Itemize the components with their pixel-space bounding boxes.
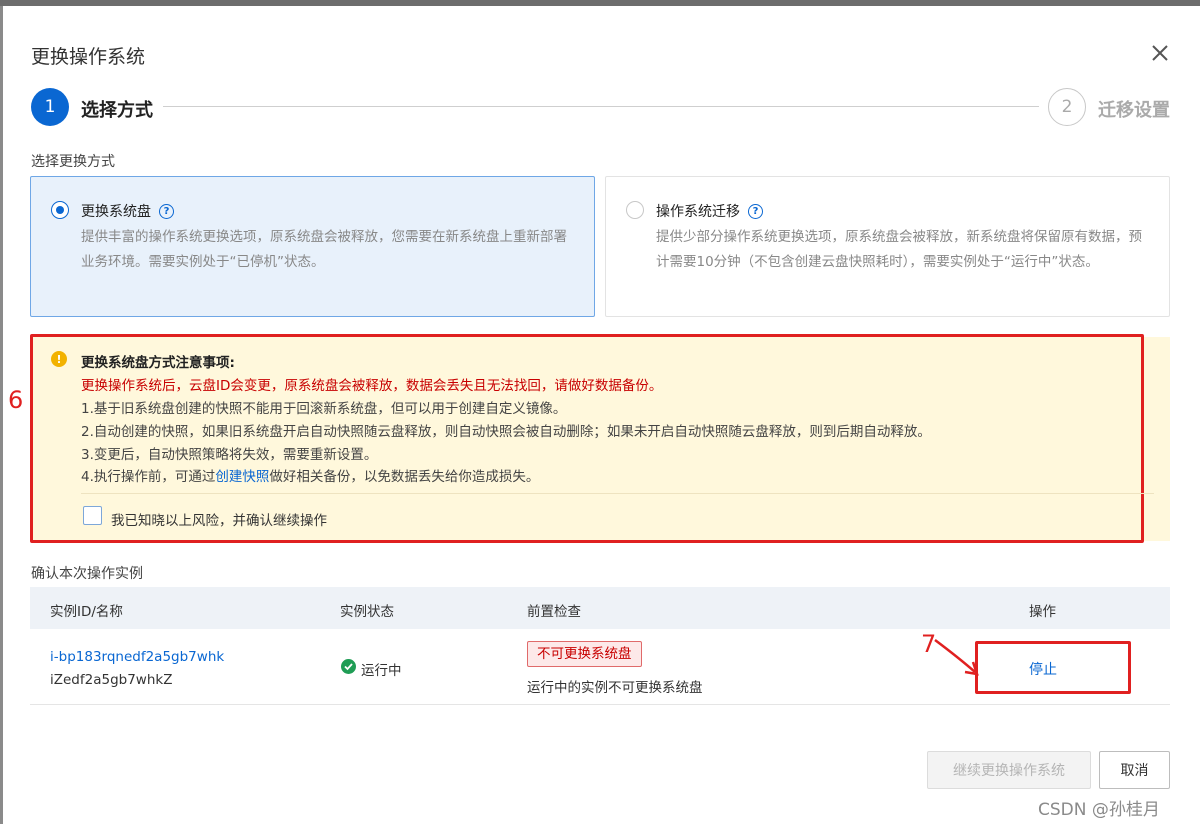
acknowledge-risk-checkbox[interactable] (83, 506, 102, 525)
warning-line-2: 2.自动创建的快照，如果旧系统盘开启自动快照随云盘释放，则自动快照会被自动删除；… (81, 424, 931, 440)
warning-icon: ! (51, 351, 67, 367)
table-header (30, 587, 1170, 629)
close-icon[interactable] (1149, 42, 1171, 64)
warning-line-1: 1.基于旧系统盘创建的快照不能用于回滚新系统盘，但可以用于创建自定义镜像。 (81, 401, 567, 417)
radio-os-migration[interactable] (626, 201, 644, 219)
column-header-status: 实例状态 (340, 604, 394, 620)
warning-critical-text: 更换操作系统后，云盘ID会变更，原系统盘会被释放，数据会丢失且无法找回，请做好数… (81, 378, 663, 394)
stop-instance-link[interactable]: 停止 (1029, 659, 1057, 679)
instance-status: 运行中 (361, 663, 402, 679)
warning-line-3: 3.变更后，自动快照策略将失效，需要重新设置。 (81, 447, 378, 463)
running-check-icon (341, 659, 356, 674)
warning-title: 更换系统盘方式注意事项: (81, 355, 235, 371)
option-description: 提供丰富的操作系统更换选项，原系统盘会被释放，您需要在新系统盘上重新部署业务环境… (81, 229, 567, 270)
warning-line-4-post: 做好相关备份，以免数据丢失给你造成损失。 (269, 469, 540, 485)
column-header-instance: 实例ID/名称 (50, 604, 123, 620)
step-2-number: 2 (1048, 88, 1086, 126)
instance-name: iZedf2a5gb7whkZ (50, 672, 173, 688)
dialog-title: 更换操作系统 (31, 46, 146, 68)
option-description: 提供少部分操作系统更换选项，原系统盘会被释放，新系统盘将保留原有数据，预计需要1… (656, 229, 1142, 270)
help-icon[interactable]: ? (159, 203, 174, 219)
step-1-label: 选择方式 (81, 100, 153, 121)
warning-divider (81, 493, 1154, 494)
column-header-action: 操作 (1029, 604, 1056, 620)
precheck-message: 运行中的实例不可更换系统盘 (527, 680, 703, 696)
option-replace-system-disk[interactable]: 更换系统盘 ? 提供丰富的操作系统更换选项，原系统盘会被释放，您需要在新系统盘上… (30, 176, 595, 317)
column-header-precheck: 前置检查 (527, 604, 581, 620)
watermark: CSDN @孙桂月 (1038, 800, 1160, 820)
instances-section-label: 确认本次操作实例 (31, 566, 143, 582)
option-title-text: 操作系统迁移 (656, 204, 740, 220)
cancel-button[interactable]: 取消 (1099, 751, 1170, 789)
acknowledge-risk-label[interactable]: 我已知晓以上风险，并确认继续操作 (111, 509, 327, 529)
instance-id-link[interactable]: i-bp183rqnedf2a5gb7whk (50, 649, 224, 665)
step-connector (163, 106, 1039, 107)
precheck-badge: 不可更换系统盘 (527, 641, 642, 667)
warning-line-4-pre: 4.执行操作前，可通过 (81, 469, 216, 485)
step-1-number: 1 (31, 88, 69, 126)
warning-line-4: 4.执行操作前，可通过创建快照做好相关备份，以免数据丢失给你造成损失。 (81, 465, 539, 485)
option-title: 更换系统盘 ? (81, 201, 174, 221)
option-title-text: 更换系统盘 (81, 204, 151, 220)
option-os-migration[interactable]: 操作系统迁移 ? 提供少部分操作系统更换选项，原系统盘会被释放，新系统盘将保留原… (605, 176, 1170, 317)
continue-change-os-button[interactable]: 继续更换操作系统 (927, 751, 1091, 789)
create-snapshot-link[interactable]: 创建快照 (215, 469, 269, 485)
option-title: 操作系统迁移 ? (656, 201, 763, 221)
change-os-dialog: 更换操作系统 1 选择方式 2 迁移设置 选择更换方式 更换系统盘 ? 提供丰富… (3, 6, 1200, 824)
method-section-label: 选择更换方式 (31, 154, 115, 170)
radio-replace-system-disk[interactable] (51, 201, 69, 219)
help-icon[interactable]: ? (748, 203, 763, 219)
annotation-number-6: 6 (8, 386, 24, 414)
step-2-label: 迁移设置 (1098, 100, 1170, 121)
